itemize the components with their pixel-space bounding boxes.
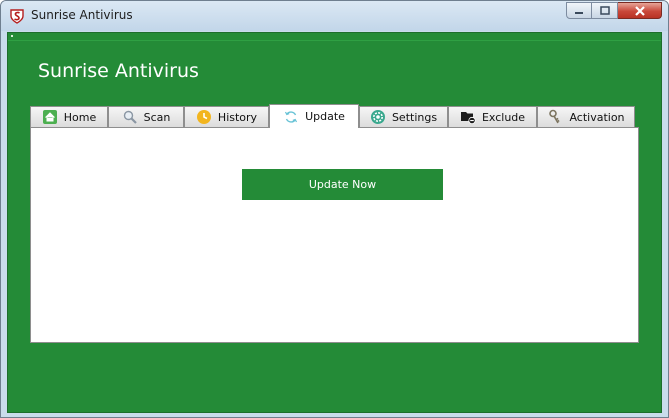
magnifier-icon [123,110,137,124]
app-title: Sunrise Antivirus [38,60,199,82]
history-icon [196,110,211,124]
tab-bar: Home Scan History Update Settings Exclud… [30,104,635,128]
maximize-button[interactable] [592,2,618,19]
close-button[interactable] [618,2,662,19]
home-icon [42,110,57,124]
window-controls [566,2,662,19]
folder-minus-icon [460,112,476,125]
tab-update[interactable]: Update [269,104,359,128]
header-divider [8,40,661,41]
tab-history[interactable]: History [184,106,269,127]
key-icon [549,109,560,124]
minimize-icon [575,11,583,14]
window-title: Sunrise Antivirus [31,8,133,22]
tab-label: Activation [569,110,625,124]
main-client-area: Sunrise Antivirus Home Scan History Upda… [7,32,662,413]
decorative-dot [11,35,13,37]
tab-label: Scan [143,110,171,124]
refresh-icon [285,110,298,123]
tab-scan[interactable]: Scan [108,106,184,127]
minimize-button[interactable] [566,2,592,19]
tab-label: Update [305,110,345,123]
tab-label: Home [63,110,97,124]
maximize-icon [599,6,610,15]
tab-home[interactable]: Home [30,106,108,127]
update-now-button[interactable]: Update Now [242,169,443,200]
update-panel: Update Now [30,127,639,343]
gear-icon [370,110,385,124]
title-bar[interactable]: Sunrise Antivirus [1,1,668,31]
tab-label: Settings [391,110,438,124]
tab-activation[interactable]: Activation [537,106,635,127]
tab-exclude[interactable]: Exclude [448,106,537,127]
tab-label: Exclude [481,110,526,124]
tab-settings[interactable]: Settings [359,106,448,127]
close-icon [634,5,645,16]
shield-logo-icon [10,9,24,24]
app-window: Sunrise Antivirus Sunrise Antivirus Home… [0,0,669,418]
tab-label: History [217,110,258,124]
